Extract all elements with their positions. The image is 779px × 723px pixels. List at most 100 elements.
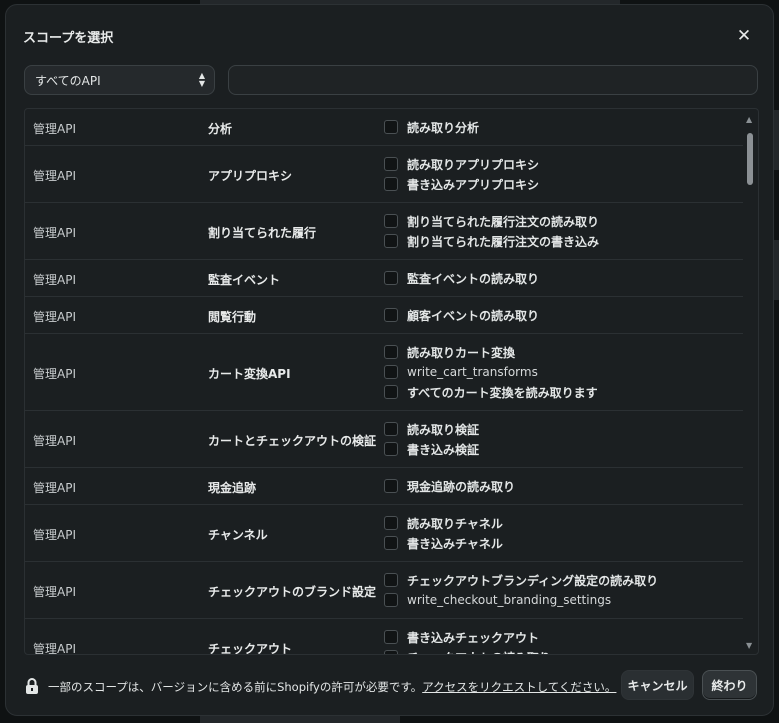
modal-title: スコープを選択 (23, 31, 114, 46)
scope-checkbox[interactable] (384, 422, 398, 436)
scope-label: write_checkout_branding_settings (407, 593, 612, 607)
scope-checkbox[interactable] (384, 593, 398, 607)
scope-select-modal: スコープを選択 ✕ すべてのAPI ▲ ▼ 管理API 分析 読み取り分析 管理API ア… (5, 4, 774, 716)
request-access-link[interactable]: アクセスをリクエストしてください。 (422, 680, 616, 694)
cancel-button[interactable]: キャンセル (621, 670, 694, 700)
table-row: 管理API カート変換API 読み取りカート変換 write_cart_transfo… (25, 334, 743, 411)
scope-option[interactable]: 割り当てられた履行注文の読み取り (384, 211, 599, 231)
scope-label: 書き込みチャネル (407, 536, 503, 551)
scope-category-cell: カート変換API (208, 367, 291, 381)
scope-label: 読み取り分析 (407, 120, 480, 135)
api-type-cell: 管理API (33, 122, 76, 136)
api-type-cell: 管理API (33, 310, 76, 324)
scope-option[interactable]: 現金追跡の読み取り (384, 476, 515, 496)
scope-checkbox[interactable] (384, 214, 398, 228)
scope-checkbox[interactable] (384, 385, 398, 399)
scope-option[interactable]: 書き込みチェックアウト (384, 627, 551, 647)
lock-icon (26, 678, 38, 694)
scope-options: チェックアウトブランディング設定の読み取り write_checkout_bran… (384, 570, 658, 610)
scope-checkbox[interactable] (384, 516, 398, 530)
api-type-cell: 管理API (33, 434, 76, 448)
scope-checkbox[interactable] (384, 120, 398, 134)
api-filter-select[interactable]: すべてのAPI ▲ ▼ (24, 65, 215, 95)
scope-option[interactable]: チェックアウトの読み取り (384, 647, 551, 654)
modal-footer: 一部のスコープは、バージョンに含める前にShopifyの許可が必要です。アクセス… (6, 665, 773, 715)
api-type-cell: 管理API (33, 585, 76, 599)
scope-label: 割り当てられた履行注文の読み取り (407, 214, 600, 229)
scope-label: 書き込み検証 (407, 442, 480, 457)
scope-label: すべてのカート変換を読み取ります (407, 385, 598, 400)
scope-table: 管理API 分析 読み取り分析 管理API アプリプロキシ 読み取りアプリプロキシ 書き込み… (24, 108, 759, 655)
scope-checkbox[interactable] (384, 365, 398, 379)
scope-option[interactable]: 書き込みチャネル (384, 533, 503, 553)
scope-option[interactable]: 読み取り検証 (384, 419, 479, 439)
scope-options: 書き込みチェックアウトチェックアウトの読み取り (384, 627, 551, 654)
scope-search-input[interactable] (228, 65, 758, 95)
api-type-cell: 管理API (33, 481, 76, 495)
table-row: 管理API 分析 読み取り分析 (25, 109, 743, 146)
scope-option[interactable]: 顧客イベントの読み取り (384, 305, 539, 325)
scope-option[interactable]: すべてのカート変換を読み取ります (384, 382, 598, 402)
table-row: 管理API チャンネル 読み取りチャネル 書き込みチャネル (25, 505, 743, 562)
done-button[interactable]: 終わり (702, 670, 757, 700)
scope-checkbox[interactable] (384, 157, 398, 171)
table-row: 管理API チェックアウト 書き込みチェックアウトチェックアウトの読み取り (25, 619, 743, 655)
scrollbar[interactable]: ▲ ▼ (744, 113, 756, 650)
scope-label: チェックアウトブランディング設定の読み取り (407, 573, 659, 588)
scope-options: 読み取りアプリプロキシ書き込みアプリプロキシ (384, 154, 539, 194)
scope-category-cell: 閲覧行動 (208, 310, 257, 324)
scope-checkbox[interactable] (384, 271, 398, 285)
scope-checkbox[interactable] (384, 308, 398, 322)
scope-option[interactable]: 割り当てられた履行注文の書き込み (384, 231, 599, 251)
scope-label: 監査イベントの読み取り (407, 271, 540, 286)
scope-option[interactable]: 読み取りチャネル (384, 513, 503, 533)
scope-checkbox[interactable] (384, 442, 398, 456)
scope-option[interactable]: write_cart_transforms (384, 362, 598, 382)
table-row: 管理API 現金追跡 現金追跡の読み取り (25, 468, 743, 505)
scope-checkbox[interactable] (384, 650, 398, 654)
scope-options: 読み取りチャネル 書き込みチャネル (384, 513, 503, 553)
scope-category-cell: 割り当てられた履行 (208, 226, 317, 240)
scope-options: 現金追跡の読み取り (384, 476, 515, 496)
api-type-cell: 管理API (33, 169, 76, 183)
scope-option[interactable]: 書き込みアプリプロキシ (384, 174, 539, 194)
scope-label: 書き込みアプリプロキシ (407, 177, 540, 192)
scope-option[interactable]: 読み取り分析 (384, 117, 479, 137)
scope-option[interactable]: write_checkout_branding_settings (384, 590, 658, 610)
api-type-cell: 管理API (33, 528, 76, 542)
scope-checkbox[interactable] (384, 479, 398, 493)
api-type-cell: 管理API (33, 367, 76, 381)
scope-option[interactable]: 監査イベントの読み取り (384, 268, 539, 288)
scope-category-cell: 分析 (208, 122, 233, 136)
scope-category-cell: 現金追跡 (208, 481, 257, 495)
scope-checkbox[interactable] (384, 630, 398, 644)
table-row: 管理API カートとチェックアウトの検証 読み取り検証書き込み検証 (25, 411, 743, 468)
close-icon: ✕ (736, 26, 752, 46)
scope-rows: 管理API 分析 読み取り分析 管理API アプリプロキシ 読み取りアプリプロキシ 書き込み… (25, 109, 743, 655)
table-row: 管理API 監査イベント 監査イベントの読み取り (25, 260, 743, 297)
permission-notice-text: 一部のスコープは、バージョンに含める前にShopifyの許可が必要です。 (48, 680, 423, 694)
scope-checkbox[interactable] (384, 234, 398, 248)
scope-option[interactable]: 書き込み検証 (384, 439, 479, 459)
background-panel (200, 716, 400, 723)
scope-category-cell: チャンネル (208, 528, 268, 542)
scrollbar-thumb[interactable] (747, 133, 753, 185)
scope-category-cell: チェックアウトのブランド設定 (208, 585, 377, 599)
scope-checkbox[interactable] (384, 573, 398, 587)
scope-label: 現金追跡の読み取り (407, 479, 516, 494)
scope-option[interactable]: 読み取りアプリプロキシ (384, 154, 539, 174)
scope-option[interactable]: 読み取りカート変換 (384, 342, 598, 362)
scroll-down-icon[interactable]: ▼ (746, 641, 752, 650)
scope-category-cell: チェックアウト (208, 642, 293, 655)
scope-options: 読み取り検証書き込み検証 (384, 419, 479, 459)
permission-notice: 一部のスコープは、バージョンに含める前にShopifyの許可が必要です。アクセス… (48, 679, 631, 695)
scope-checkbox[interactable] (384, 177, 398, 191)
scope-category-cell: カートとチェックアウトの検証 (208, 434, 377, 448)
close-button[interactable]: ✕ (733, 25, 755, 47)
scope-option[interactable]: チェックアウトブランディング設定の読み取り (384, 570, 658, 590)
chevron-updown-icon: ▲ ▼ (198, 71, 205, 88)
scroll-up-icon[interactable]: ▲ (746, 115, 752, 124)
scope-checkbox[interactable] (384, 345, 398, 359)
scope-label: 読み取りチャネル (407, 516, 503, 531)
scope-checkbox[interactable] (384, 536, 398, 550)
